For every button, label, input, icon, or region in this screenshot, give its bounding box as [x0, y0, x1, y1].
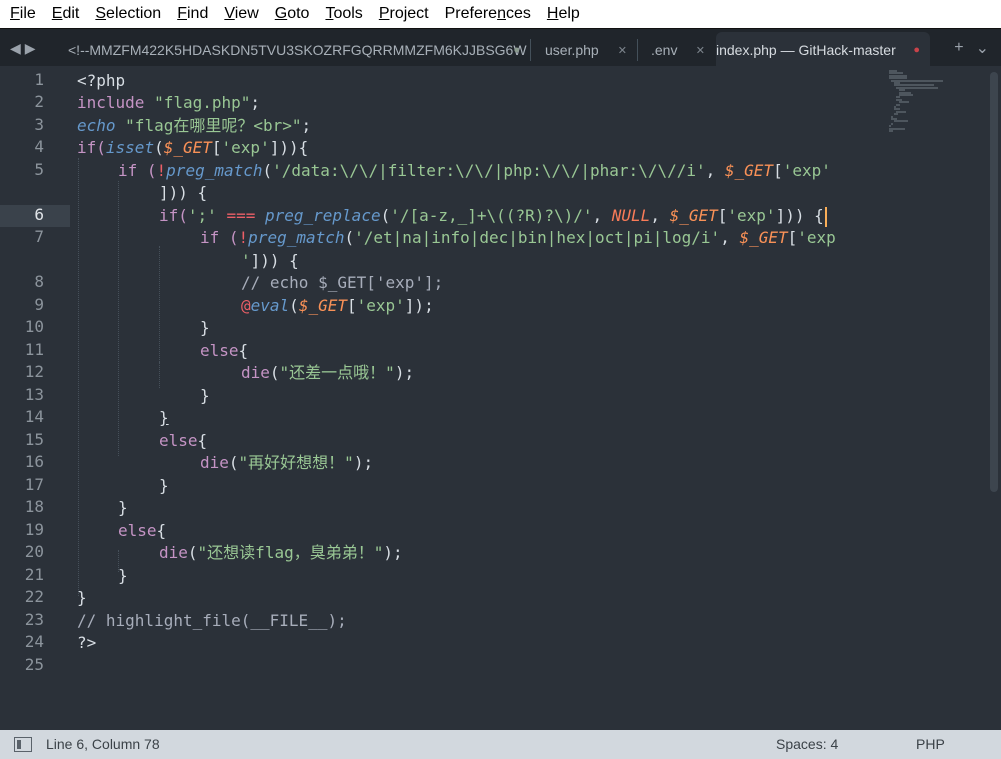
tab-4-active[interactable]: index.php — GitHack-master ●	[716, 32, 930, 67]
line-number: 11	[24, 340, 44, 359]
line-number: 4	[34, 137, 44, 156]
line-number: 14	[24, 407, 44, 426]
line-number: 18	[24, 497, 44, 516]
minimap-line	[896, 103, 901, 106]
code-line-19: else{	[118, 521, 167, 540]
menu-edit[interactable]: Edit	[44, 0, 88, 28]
tab-title: .env	[651, 41, 678, 58]
code-line-18: }	[118, 498, 128, 517]
line-number: 20	[24, 542, 44, 561]
line-number: 3	[34, 115, 44, 134]
line-number: 13	[24, 385, 44, 404]
menu-project[interactable]: Project	[371, 0, 437, 28]
line-number: 22	[24, 587, 44, 606]
code-line-5: if (!preg_match('/data:\/\/|filter:\/\/|…	[118, 161, 831, 180]
menu-goto[interactable]: Goto	[267, 0, 318, 28]
menu-file[interactable]: File	[2, 0, 44, 28]
tab-title: index.php — GitHack-master	[716, 41, 896, 58]
line-number: 23	[24, 610, 44, 629]
tab-nav: ◀ ▶	[10, 29, 36, 67]
menu-preferences[interactable]: Preferences	[437, 0, 539, 28]
menu-help[interactable]: Help	[539, 0, 588, 28]
tab-list-chevron-icon[interactable]: ⌄	[976, 38, 989, 58]
new-tab-plus-icon[interactable]: +	[954, 39, 963, 57]
menu-find[interactable]: Find	[169, 0, 216, 28]
tab-2[interactable]: user.php ✕	[537, 32, 637, 67]
line-number: 8	[34, 272, 44, 291]
tab-dirty-dot-icon[interactable]: ●	[913, 44, 920, 56]
line-number: 15	[24, 430, 44, 449]
line-number: 16	[24, 452, 44, 471]
tab-actions: + ⌄	[954, 29, 989, 67]
code-line-7-wrap: '])) {	[241, 251, 299, 270]
line-number: 9	[34, 295, 44, 314]
line-number: 12	[24, 362, 44, 381]
line-number: 7	[34, 227, 44, 246]
text-cursor	[824, 206, 827, 227]
line-number: 6	[34, 205, 44, 224]
tab-1[interactable]: <!--MMZFM422K5HDASKDN5TVU3SKOZRFGQRRMMZF…	[60, 32, 530, 67]
tab-close-icon[interactable]: ✕	[696, 44, 705, 57]
triangle-left-icon[interactable]: ◀	[10, 40, 21, 57]
code-line-5-wrap: ])) {	[159, 183, 208, 202]
code-line-12: die("还差一点哦！");	[241, 363, 415, 382]
menu-bar: File Edit Selection Find View Goto Tools Projec…	[0, 0, 1001, 28]
code-line-16: die("再好好想想！");	[200, 453, 374, 472]
minimap-line	[891, 122, 894, 125]
menu-tools[interactable]: Tools	[317, 0, 370, 28]
code-line-10: }	[200, 318, 210, 337]
tab-close-icon[interactable]: ✕	[618, 44, 627, 57]
triangle-right-icon[interactable]: ▶	[25, 40, 36, 57]
code-line-14: }	[159, 408, 169, 427]
code-line-20: die("还想读flag，臭弟弟！");	[159, 543, 403, 562]
minimap-line	[893, 113, 898, 116]
line-number: 21	[24, 565, 44, 584]
indentation-setting[interactable]: Spaces: 4	[776, 736, 838, 752]
code-line-7: if (!preg_match('/et|na|info|dec|bin|hex…	[200, 228, 836, 247]
code-line-22: }	[77, 588, 87, 607]
line-number: 2	[34, 92, 44, 111]
code-line-8: // echo $_GET['exp'];	[241, 273, 444, 292]
cursor-position[interactable]: Line 6, Column 78	[46, 736, 160, 752]
tab-title: user.php	[545, 41, 599, 58]
line-number: 25	[24, 655, 44, 674]
status-bar: Line 6, Column 78 Spaces: 4 PHP	[0, 730, 1001, 759]
code-line-4: if(isset($_GET['exp'])){	[77, 138, 309, 157]
line-number: 19	[24, 520, 44, 539]
line-number: 1	[34, 70, 44, 89]
panel-toggle-icon[interactable]	[14, 737, 32, 752]
minimap-line	[893, 120, 908, 123]
code-line-21: }	[118, 566, 128, 585]
code-line-17: }	[159, 476, 169, 495]
minimap-line	[898, 94, 913, 96]
code-line-9: @eval($_GET['exp']);	[241, 296, 434, 315]
minimap-line	[889, 130, 893, 132]
line-number-gutter[interactable]: 1 2 3 4 5 6 7 8 9 10 11 12 13 14 15 16 17 18 19 20 21 22 23 24 2…	[0, 66, 70, 730]
vertical-scrollbar[interactable]	[986, 66, 1001, 730]
code-line-11: else{	[200, 341, 249, 360]
code-line-13: }	[200, 386, 210, 405]
line-number: 10	[24, 317, 44, 336]
menu-selection[interactable]: Selection	[87, 0, 169, 28]
tab-title: <!--MMZFM422K5HDASKDN5TVU3SKOZRFGQRRMMZF…	[68, 41, 527, 58]
code-line-2: include "flag.php";	[77, 93, 261, 112]
code-line-15: else{	[159, 431, 208, 450]
line-number: 17	[24, 475, 44, 494]
syntax-selector[interactable]: PHP	[916, 736, 945, 752]
scrollbar-thumb[interactable]	[990, 72, 998, 492]
code-area[interactable]: <?php include "flag.php"; echo "flag在哪里呢…	[77, 66, 887, 730]
code-line-1: <?php	[77, 71, 126, 90]
menu-view[interactable]: View	[216, 0, 266, 28]
minimap[interactable]	[887, 66, 985, 730]
tab-dirty-dot-icon[interactable]: ●	[513, 44, 520, 56]
tab-3[interactable]: .env ✕	[643, 32, 715, 67]
tab-bar: ◀ ▶ <!--MMZFM422K5HDASKDN5TVU3SKOZRFGQRR…	[0, 28, 1001, 67]
code-line-3: echo "flag在哪里呢？<br>";	[77, 116, 312, 135]
code-line-24: ?>	[77, 633, 97, 652]
line-number: 24	[24, 632, 44, 651]
code-line-6: if(';' === preg_replace('/[a-z,_]+\((?R)…	[159, 205, 827, 227]
line-number: 5	[34, 160, 44, 179]
code-line-23: // highlight_file(__FILE__);	[77, 611, 347, 630]
editor[interactable]: 1 2 3 4 5 6 7 8 9 10 11 12 13 14 15 16 17 18 19 20 21 22 23 24 2…	[0, 66, 1001, 730]
